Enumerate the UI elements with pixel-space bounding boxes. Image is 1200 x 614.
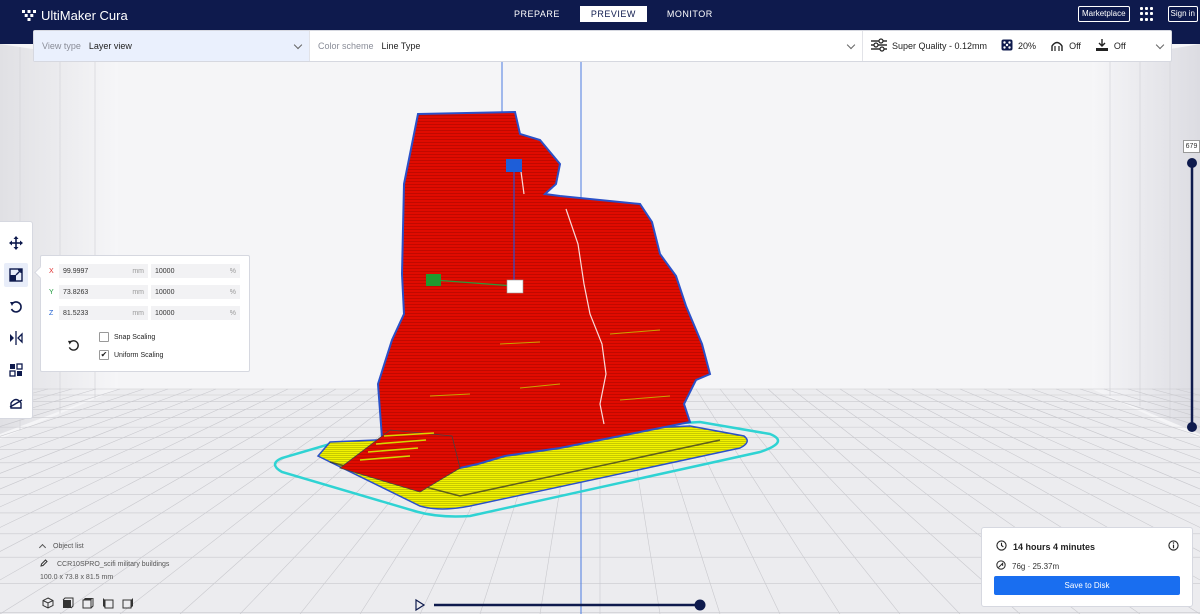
tool-sidebar (0, 221, 33, 419)
uniform-scaling-box[interactable]: ✔ (99, 350, 109, 360)
scale-y-mm-input[interactable]: 73.8263 mm (59, 285, 148, 299)
object-name-row[interactable]: CCR10SPRO_scifi military buildings (40, 558, 169, 570)
chevron-down-icon (1155, 40, 1165, 50)
profile-setting: Super Quality - 0.12mm (871, 38, 987, 54)
scale-tool-panel: X 99.9997 mm 10000% Y 73.8263 mm 10000% Z … (40, 255, 250, 372)
scale-y-percent-input[interactable]: 10000% (151, 285, 240, 299)
scale-row-y: Y 73.8263 mm 10000% (49, 285, 240, 299)
move-icon (9, 235, 23, 250)
view-type-dropdown[interactable]: View type Layer view (34, 31, 310, 61)
uniform-scaling-checkbox[interactable]: ✔ Uniform Scaling (99, 350, 163, 360)
axis-z-label: Z (49, 309, 54, 317)
rotate-icon (10, 300, 22, 313)
support-setting: Off (1050, 39, 1081, 54)
material-row: 76g · 25.37m (996, 559, 1059, 573)
clock-icon (996, 540, 1007, 554)
adhesion-icon (1095, 38, 1109, 54)
mirror-tool-button[interactable] (4, 326, 28, 350)
tab-preview[interactable]: PREVIEW (579, 6, 647, 22)
scale-z-percent-input[interactable]: 10000% (151, 306, 240, 320)
snap-scaling-checkbox[interactable]: Snap Scaling (99, 332, 155, 342)
infill-value: 20% (1018, 41, 1037, 51)
left-view-icon[interactable] (102, 597, 114, 612)
print-settings-summary[interactable]: Super Quality - 0.12mm 20% Off Off (863, 31, 1171, 61)
sliders-icon (871, 38, 887, 54)
color-scheme-value: Line Type (381, 41, 421, 51)
apps-grid-icon[interactable] (1139, 7, 1154, 21)
object-list: Object list CCR10SPRO_scifi military bui… (38, 540, 169, 586)
scale-handle-y[interactable] (426, 274, 441, 286)
info-icon[interactable] (1168, 540, 1179, 554)
object-list-header: Object list (53, 542, 84, 550)
spool-icon (996, 559, 1006, 573)
camera-view-buttons (42, 597, 134, 612)
uniform-scaling-label: Uniform Scaling (114, 351, 164, 359)
scale-row-x: X 99.9997 mm 10000% (49, 264, 240, 278)
ultimaker-logo-icon (22, 9, 36, 21)
chevron-down-icon (846, 40, 856, 50)
per-model-settings-button[interactable] (4, 358, 28, 382)
chevron-up-icon (38, 543, 47, 552)
scale-icon (9, 268, 23, 282)
reset-scale-icon[interactable] (67, 339, 80, 354)
tab-prepare[interactable]: PREPARE (504, 6, 570, 22)
object-list-toggle[interactable]: Object list (38, 540, 169, 552)
axis-x-label: X (49, 267, 54, 275)
right-view-icon[interactable] (122, 597, 134, 612)
scale-x-percent-input[interactable]: 10000% (151, 264, 240, 278)
adhesion-value: Off (1113, 41, 1126, 51)
infill-setting: 20% (1001, 39, 1036, 53)
color-scheme-label: Color scheme (318, 41, 374, 51)
adhesion-setting: Off (1095, 38, 1126, 54)
header-actions: Marketplace Sign in (1077, 5, 1200, 23)
move-tool-button[interactable] (4, 231, 28, 255)
color-scheme-dropdown[interactable]: Color scheme Line Type (310, 31, 863, 61)
sign-in-button[interactable]: Sign in (1167, 6, 1198, 22)
rotate-tool-button[interactable] (4, 295, 28, 319)
view-type-value: Layer view (88, 41, 132, 51)
mirror-icon (10, 331, 23, 346)
scale-row-z: Z 81.5233 mm 10000% (49, 306, 240, 320)
tab-monitor[interactable]: MONITOR (657, 6, 723, 22)
per-model-settings-icon (9, 363, 23, 377)
stage-tabs: PREPARE PREVIEW MONITOR (504, 6, 723, 22)
axis-y-label: Y (49, 288, 54, 296)
layer-slider-top-handle[interactable] (1187, 158, 1197, 168)
view-options-bar: View type Layer view Color scheme Line T… (33, 30, 1172, 62)
object-name: CCR10SPRO_scifi military buildings (57, 560, 170, 568)
app-title: UltiMaker Cura (41, 7, 128, 23)
app-logo: UltiMaker Cura (22, 7, 128, 23)
scale-tool-button[interactable] (4, 262, 28, 287)
scale-z-mm-input[interactable]: 81.5233 mm (59, 306, 148, 320)
3d-view-icon[interactable] (42, 597, 54, 612)
scale-handle-z[interactable] (506, 159, 522, 172)
chevron-down-icon (293, 40, 303, 50)
top-view-icon[interactable] (82, 597, 94, 612)
scale-x-mm-input[interactable]: 99.9997 mm (59, 264, 148, 278)
front-view-icon[interactable] (62, 597, 74, 612)
simulation-slider-handle[interactable] (694, 599, 706, 611)
infill-icon (1001, 39, 1013, 53)
print-time-row: 14 hours 4 minutes (996, 540, 1095, 554)
view-type-label: View type (42, 41, 81, 51)
print-time: 14 hours 4 minutes (1013, 542, 1096, 552)
layer-slider-bottom-handle[interactable] (1187, 422, 1197, 432)
save-to-disk-button[interactable]: Save to Disk (994, 576, 1180, 595)
support-value: Off (1069, 41, 1081, 51)
marketplace-button[interactable]: Marketplace (1077, 6, 1130, 22)
support-blocker-icon (9, 398, 23, 409)
layer-number-input[interactable]: 679 (1183, 140, 1200, 153)
support-blocker-button[interactable] (4, 390, 28, 414)
scale-handle-center[interactable] (506, 279, 524, 294)
object-dimensions: 100.0 x 73.8 x 81.5 mm (40, 574, 114, 581)
snap-scaling-box[interactable] (99, 332, 109, 342)
support-icon (1050, 39, 1064, 54)
pencil-icon (40, 559, 48, 569)
profile-value: Super Quality - 0.12mm (892, 41, 988, 51)
material-usage: 76g · 25.37m (1012, 561, 1060, 571)
snap-scaling-label: Snap Scaling (114, 333, 156, 341)
print-info-panel: 14 hours 4 minutes 76g · 25.37m Save to … (981, 527, 1193, 607)
